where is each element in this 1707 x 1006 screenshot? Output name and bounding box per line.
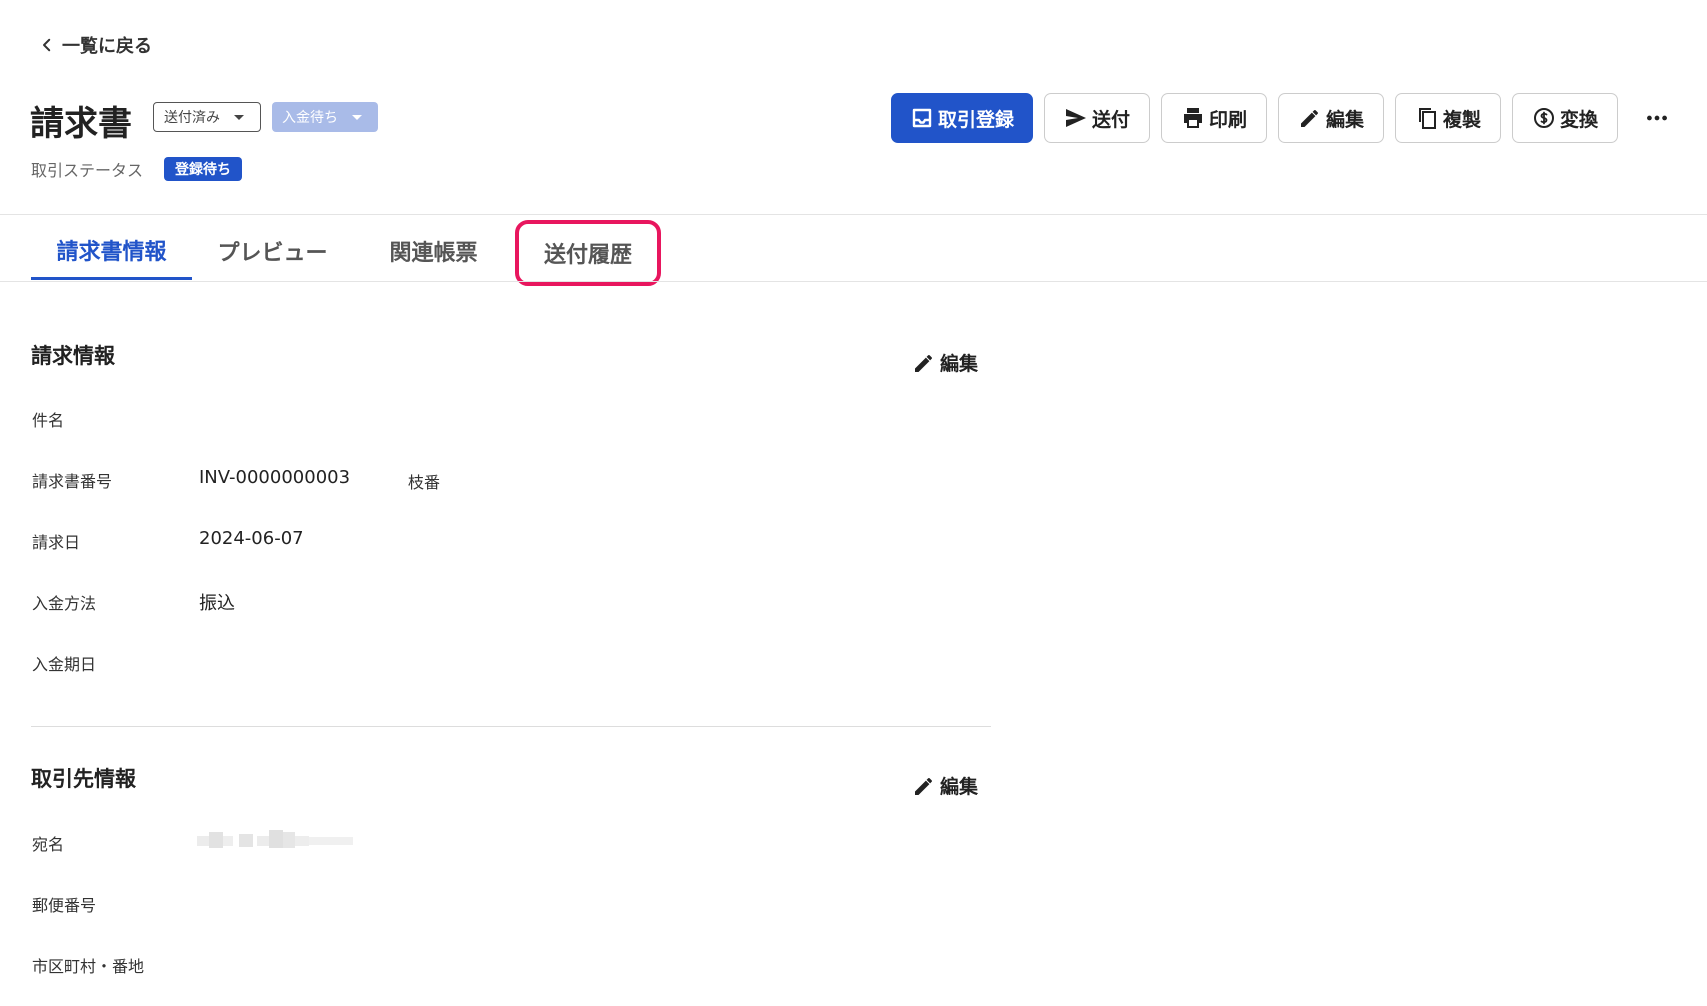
back-link-label: 一覧に戻る — [62, 36, 152, 57]
invoice-date-value: 2024-06-07 — [199, 528, 304, 549]
currency-exchange-icon — [1533, 108, 1554, 128]
inbox-icon — [912, 108, 932, 128]
caret-down-icon — [352, 114, 362, 120]
status-badge: 登録待ち — [164, 157, 242, 181]
section-divider — [31, 726, 991, 727]
invoice-number-value: INV-0000000003 — [199, 467, 351, 488]
tab-invoice-info[interactable]: 請求書情報 — [31, 222, 192, 280]
client-section-title: 取引先情報 — [31, 767, 136, 791]
convert-button[interactable]: 変換 — [1512, 93, 1618, 143]
chevron-left-icon — [43, 38, 51, 52]
send-status-dropdown[interactable]: 送付済み — [153, 102, 261, 132]
duplicate-label: 複製 — [1442, 108, 1481, 131]
pencil-icon — [915, 354, 932, 372]
more-horizontal-icon — [1647, 115, 1667, 121]
client-edit-button[interactable]: 編集 — [912, 772, 978, 799]
register-transaction-button[interactable]: 取引登録 — [891, 93, 1033, 143]
edit-label: 編集 — [1325, 108, 1364, 131]
copy-icon — [1418, 108, 1436, 129]
postal-code-label: 郵便番号 — [32, 896, 97, 915]
recipient-name-label: 宛名 — [32, 835, 65, 854]
address-label: 市区町村・番地 — [32, 957, 145, 976]
payment-method-label: 入金方法 — [32, 594, 97, 613]
page-title: 請求書 — [30, 104, 132, 144]
tab-divider — [0, 281, 1707, 282]
invoice-number-label: 請求書番号 — [32, 472, 113, 491]
more-options-button[interactable] — [1637, 93, 1677, 143]
convert-label: 変換 — [1559, 108, 1598, 131]
pencil-icon — [1300, 110, 1318, 127]
caret-down-icon — [234, 114, 244, 120]
billing-section-title: 請求情報 — [31, 344, 115, 368]
send-label: 送付 — [1091, 108, 1130, 131]
tab-send-history[interactable]: 送付履歴 — [515, 220, 661, 286]
back-link[interactable]: 一覧に戻る — [38, 32, 152, 58]
edit-button[interactable]: 編集 — [1278, 93, 1384, 143]
duplicate-button[interactable]: 複製 — [1395, 93, 1501, 143]
print-label: 印刷 — [1208, 108, 1247, 131]
transaction-status-label: 取引ステータス — [31, 161, 144, 180]
payment-due-label: 入金期日 — [32, 655, 97, 674]
print-button[interactable]: 印刷 — [1161, 93, 1267, 143]
tab-bar: 請求書情報 プレビュー 関連帳票 送付履歴 — [31, 220, 661, 286]
tab-preview[interactable]: プレビュー — [192, 222, 353, 280]
billing-edit-label: 編集 — [940, 353, 979, 375]
pencil-icon — [915, 777, 932, 795]
action-toolbar: 取引登録 送付 印刷 編集 複製 変換 — [891, 93, 1677, 143]
send-button[interactable]: 送付 — [1044, 93, 1150, 143]
send-status-label: 送付済み — [164, 110, 220, 126]
branch-number-label: 枝番 — [408, 473, 441, 492]
header-divider — [0, 214, 1707, 215]
subject-label: 件名 — [32, 411, 65, 430]
register-transaction-label: 取引登録 — [937, 108, 1014, 131]
send-icon — [1065, 109, 1086, 127]
payment-status-dropdown[interactable]: 入金待ち — [272, 102, 378, 132]
tab-related-documents[interactable]: 関連帳票 — [353, 222, 514, 280]
client-edit-label: 編集 — [940, 776, 979, 798]
payment-status-label: 入金待ち — [282, 110, 338, 126]
printer-icon — [1183, 108, 1202, 128]
invoice-date-label: 請求日 — [32, 533, 81, 552]
billing-edit-button[interactable]: 編集 — [912, 349, 978, 376]
payment-method-value: 振込 — [199, 593, 235, 614]
redacted-recipient-name — [197, 830, 353, 848]
